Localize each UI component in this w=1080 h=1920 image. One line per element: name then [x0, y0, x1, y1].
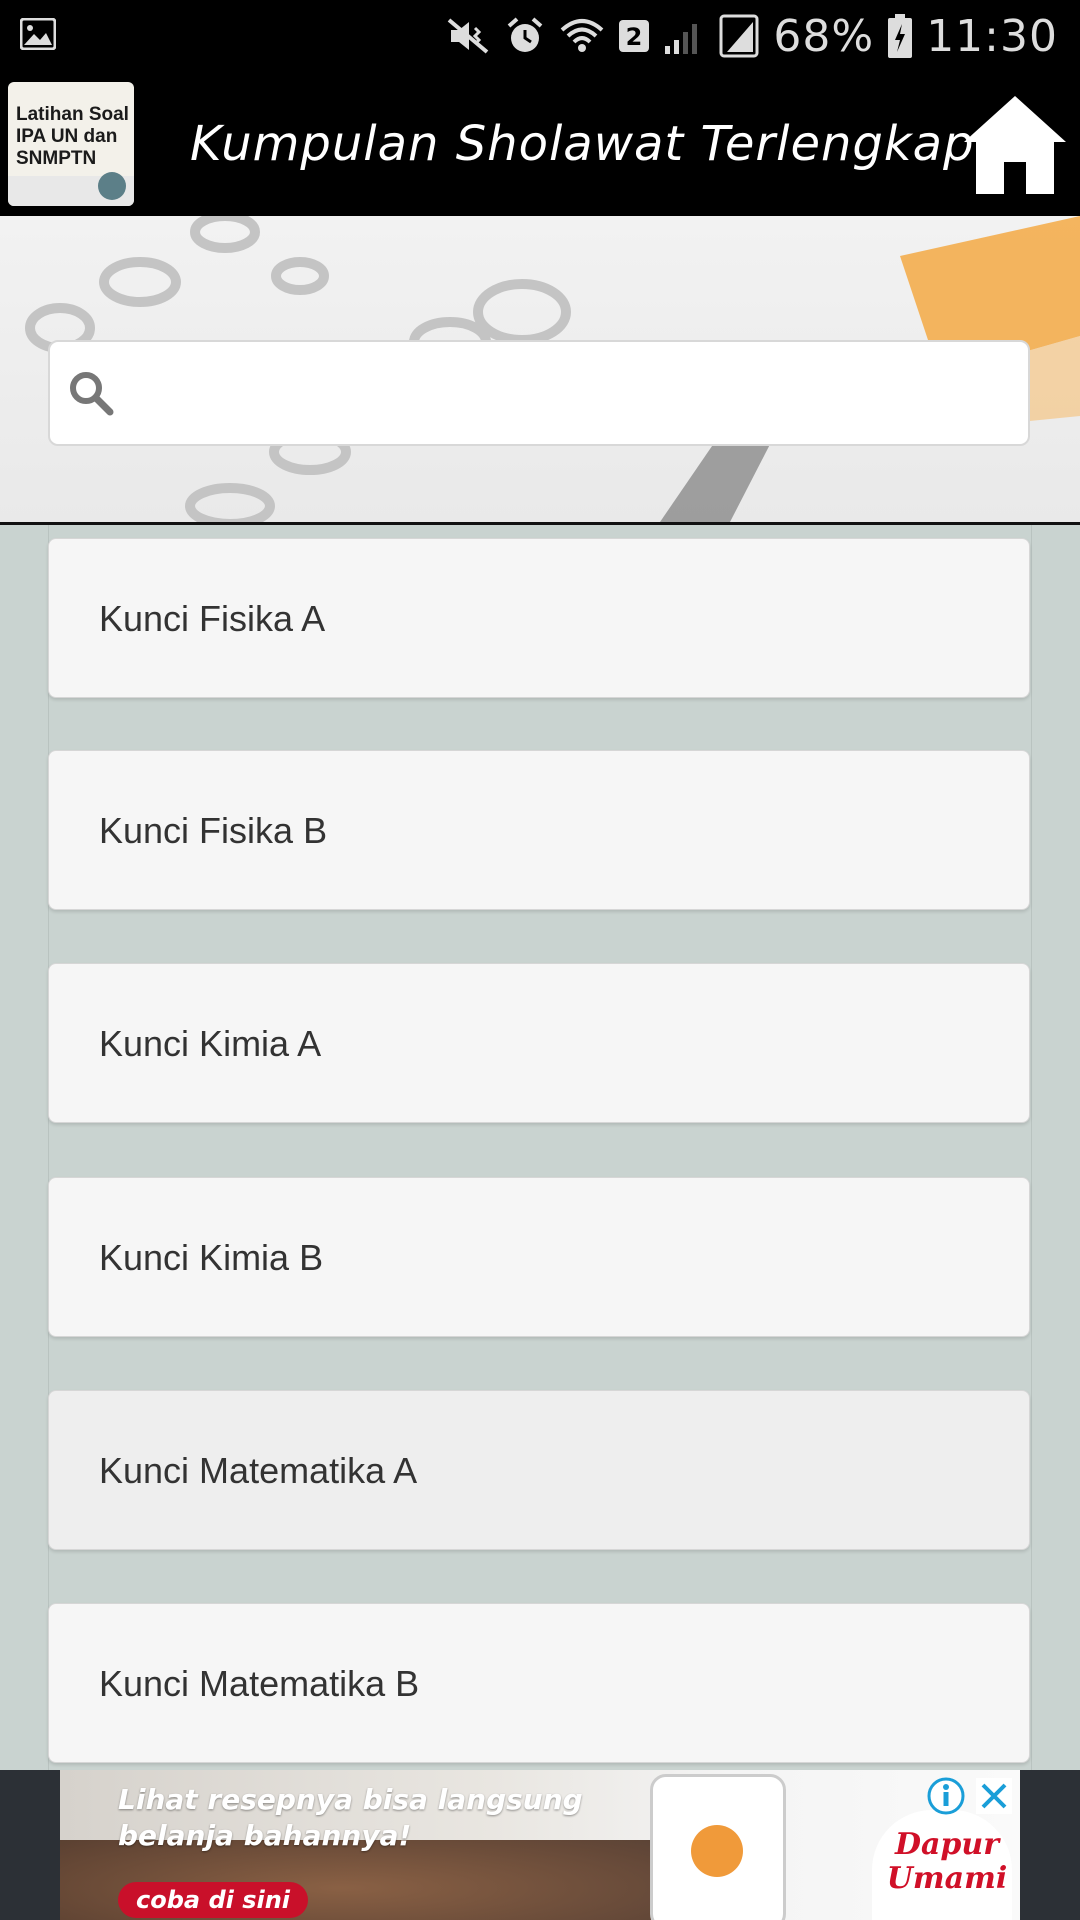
header-banner: [0, 216, 1080, 525]
app-bar: Latihan Soal IPA UN dan SNMPTN Kumpulan …: [0, 72, 1080, 216]
list-item-kunci-fisika-b[interactable]: Kunci Fisika B: [48, 750, 1030, 910]
ad-banner-bar: Lihat resepnya bisa langsung belanja bah…: [0, 1770, 1080, 1920]
battery-percent: 68%: [773, 10, 875, 62]
app-logo-text: Latihan Soal IPA UN dan SNMPTN: [16, 104, 129, 169]
gallery-icon: [20, 18, 56, 50]
search-input[interactable]: [130, 352, 1014, 436]
list-rail: [48, 525, 1032, 1770]
list-item-label: Kunci Fisika A: [99, 598, 326, 639]
app-logo-drop-icon: [98, 172, 126, 200]
mute-vibrate-icon: [447, 16, 491, 56]
list-item-kunci-fisika-a[interactable]: Kunci Fisika A: [48, 538, 1030, 698]
close-icon[interactable]: [976, 1778, 1012, 1818]
info-icon[interactable]: [926, 1776, 966, 1820]
notification-count-badge: 2: [619, 18, 650, 54]
wifi-icon: [559, 16, 605, 56]
list-item-kunci-kimia-b[interactable]: Kunci Kimia B: [48, 1177, 1030, 1337]
search-box[interactable]: [48, 340, 1030, 446]
list-item-label: Kunci Matematika A: [99, 1450, 418, 1491]
search-icon: [68, 370, 114, 420]
alarm-icon: [505, 16, 545, 56]
ad-cta-button[interactable]: coba di sini: [118, 1882, 309, 1918]
sim-icon: [719, 14, 759, 58]
ad-brand-logo: Dapur Umami: [872, 1810, 1012, 1920]
list-item-label: Kunci Kimia B: [99, 1237, 324, 1278]
clock: 11:30: [926, 10, 1058, 62]
home-icon: [964, 96, 1066, 194]
answer-key-list: Kunci Fisika A Kunci Fisika B Kunci Kimi…: [0, 525, 1080, 1770]
list-item-label: Kunci Kimia A: [99, 1023, 322, 1064]
ad-banner[interactable]: Lihat resepnya bisa langsung belanja bah…: [60, 1770, 1020, 1920]
notification-count: 2: [626, 23, 643, 51]
ad-phone-dot: [691, 1825, 743, 1877]
app-logo: Latihan Soal IPA UN dan SNMPTN: [8, 82, 134, 206]
app-title: Kumpulan Sholawat Terlengkap: [190, 116, 975, 172]
ad-headline: Lihat resepnya bisa langsung belanja bah…: [118, 1783, 583, 1852]
list-item-label: Kunci Fisika B: [99, 810, 328, 851]
battery-charging-icon: [888, 14, 913, 58]
ad-phone-image: [650, 1774, 786, 1920]
home-button[interactable]: [960, 90, 1070, 200]
list-item-kunci-matematika-a[interactable]: Kunci Matematika A: [48, 1390, 1030, 1550]
ad-brand-text: Dapur Umami: [886, 1827, 1008, 1896]
list-item-kunci-kimia-a[interactable]: Kunci Kimia A: [48, 963, 1030, 1123]
signal-icon: [663, 16, 705, 56]
list-item-kunci-matematika-b[interactable]: Kunci Matematika B: [48, 1603, 1030, 1763]
list-item-label: Kunci Matematika B: [99, 1663, 420, 1704]
status-bar: 2 68% 11:30: [0, 0, 1080, 72]
